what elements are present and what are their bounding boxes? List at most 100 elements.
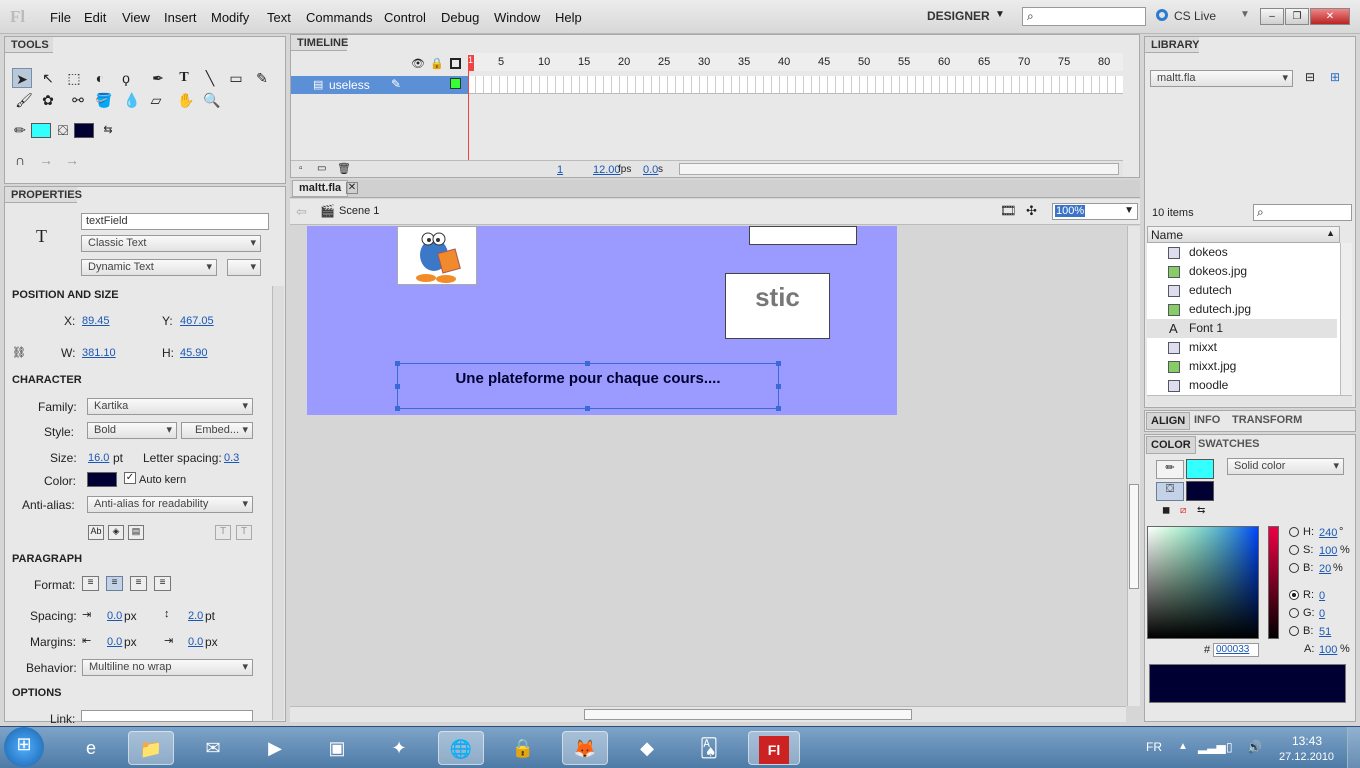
swap-colors-icon[interactable]: ⇆ [98,120,118,140]
name-column-header[interactable]: Name [1151,228,1183,242]
options-header[interactable]: OPTIONS [12,687,62,699]
default-colors-icon[interactable]: ◼ [1162,505,1170,516]
scene-label[interactable]: Scene 1 [339,205,379,217]
layer-row[interactable]: ▤ useless ✎ [291,76,468,94]
show-border-icon[interactable]: ▤ [128,525,144,540]
mascot-image[interactable] [397,226,477,285]
font-style-select[interactable]: Bold [87,422,177,439]
hex-input[interactable]: 000033 [1213,643,1259,657]
explorer-icon[interactable]: 📁 [128,731,174,765]
y-value[interactable]: 467.05 [180,315,214,327]
stroke-color-swatch[interactable] [1186,459,1214,479]
language-indicator[interactable]: FR [1146,740,1162,754]
selected-text-field[interactable]: Une plateforme pour chaque cours.... [395,361,781,411]
resize-handle[interactable] [776,384,781,389]
menu-view[interactable]: View [122,10,150,25]
font-size-value[interactable]: 16.0 [88,452,109,464]
signal-icon[interactable]: ▂▃▅ [1198,740,1226,754]
chevron-down-icon[interactable]: ▼ [1240,9,1250,20]
vscroll-thumb[interactable] [1129,484,1139,589]
3d-rotation-icon[interactable]: ◐ [90,68,110,88]
app-icon[interactable]: ✦ [376,731,422,765]
timeline-hscroll[interactable] [679,163,1119,175]
library-search-input[interactable]: ⌕ [1253,204,1352,221]
lock-icon[interactable]: 🔒 [430,57,444,70]
h-radio[interactable] [1289,527,1299,537]
w-value[interactable]: 381.10 [82,347,116,359]
menu-window[interactable]: Window [494,10,540,25]
zoom-icon[interactable]: 🔍 [202,90,222,110]
chevron-down-icon[interactable]: ▼ [995,9,1005,20]
menu-debug[interactable]: Debug [441,10,479,25]
layer-color-swatch[interactable] [450,78,461,89]
orientation-select[interactable] [227,259,261,276]
h-value[interactable]: 240 [1319,527,1337,539]
network-icon[interactable]: 🔒 [500,731,546,765]
library-header[interactable]: Name ▲ [1147,226,1340,243]
outline-icon[interactable] [450,58,461,69]
b-radio[interactable] [1289,563,1299,573]
tray-expand-icon[interactable]: ▲ [1178,741,1188,752]
resize-handle[interactable] [585,406,590,411]
stage-hscroll[interactable] [290,706,1126,722]
clock-time[interactable]: 13:43 [1292,734,1322,748]
fill-icon[interactable]: ⛋ [1156,482,1184,501]
delete-layer-icon[interactable]: 🗑 [337,162,351,175]
align-center-icon[interactable]: ≡ [106,576,123,591]
rectangle-tool-icon[interactable]: ▭ [226,68,246,88]
media-center-icon[interactable]: ▣ [314,731,360,765]
color-picker-field[interactable] [1147,526,1259,639]
restore-button[interactable]: ❐ [1285,8,1309,25]
resize-handle[interactable] [395,384,400,389]
resize-handle[interactable] [395,361,400,366]
text-engine-select[interactable]: Classic Text [81,235,261,252]
line-spacing-value[interactable]: 2.0 [188,610,203,622]
battery-icon[interactable]: ▯ [1226,740,1233,754]
current-frame[interactable]: 1 [557,164,563,176]
help-search-input[interactable]: ⌕ [1022,7,1146,26]
menu-commands[interactable]: Commands [306,10,372,25]
subselection-tool-icon[interactable]: ↖ [38,68,58,88]
zoom-select[interactable]: 100% ▼ [1052,203,1138,220]
link-field[interactable] [81,710,253,722]
timeline-tab[interactable]: TIMELINE [291,35,348,51]
stroke-color-swatch[interactable] [31,123,51,138]
hand-icon[interactable]: ✋ [176,90,196,110]
g-radio[interactable] [1289,608,1299,618]
r-value[interactable]: 0 [1319,590,1325,602]
stroke-icon[interactable]: ✏ [1156,460,1184,479]
line-tool-icon[interactable]: ╲ [200,68,220,88]
stage-vscroll[interactable] [1127,226,1140,706]
document-tab[interactable]: maltt.fla [292,180,349,197]
swap-colors-icon[interactable]: ⇆ [1197,505,1205,516]
close-button[interactable]: ✕ [1310,8,1350,25]
library-tab[interactable]: LIBRARY [1145,37,1199,53]
instance-name-field[interactable]: textField [81,213,269,230]
resize-handle[interactable] [585,361,590,366]
fps-value[interactable]: 12.00 [593,164,621,176]
cs-live-button[interactable]: CS Live [1174,9,1216,23]
library-file-select[interactable]: maltt.fla [1150,70,1293,87]
eraser-icon[interactable]: ▱ [146,90,166,110]
eye-icon[interactable]: 👁 [411,57,425,70]
paragraph-header[interactable]: PARAGRAPH [12,553,82,565]
deco-icon[interactable]: ✿ [38,90,58,110]
indent-value[interactable]: 0.0 [107,610,122,622]
menu-insert[interactable]: Insert [164,10,197,25]
behavior-select[interactable]: Multiline no wrap [82,659,253,676]
right-margin-value[interactable]: 0.0 [188,636,203,648]
firefox-icon[interactable]: 🦊 [562,731,608,765]
menu-modify[interactable]: Modify [211,10,249,25]
letter-spacing-value[interactable]: 0.3 [224,452,239,464]
stic-box[interactable]: stic [725,273,830,339]
menu-edit[interactable]: Edit [84,10,106,25]
workspace-switcher[interactable]: DESIGNER [927,9,990,23]
layer-name[interactable]: useless [329,78,370,92]
minimize-button[interactable]: – [1260,8,1284,25]
x-value[interactable]: 89.45 [82,315,110,327]
new-library-icon[interactable]: ⊞ [1330,70,1340,84]
antialias-select[interactable]: Anti-alias for readability [87,496,253,513]
globe-icon[interactable]: 🌐 [438,731,484,765]
dropbox-icon[interactable]: ◆ [624,731,670,765]
color-type-select[interactable]: Solid color [1227,458,1344,475]
